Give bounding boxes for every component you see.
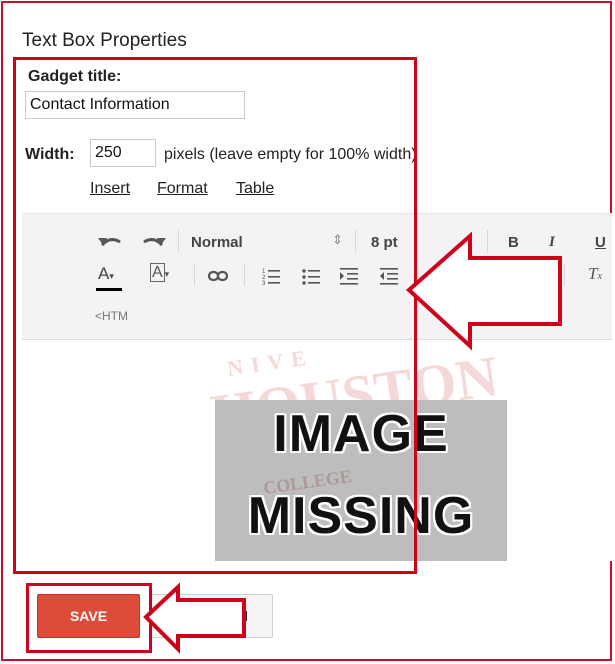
annotation-arrows — [143, 231, 562, 654]
annotation-arrow-save — [143, 582, 246, 654]
annotation-arrow-right — [406, 231, 562, 351]
